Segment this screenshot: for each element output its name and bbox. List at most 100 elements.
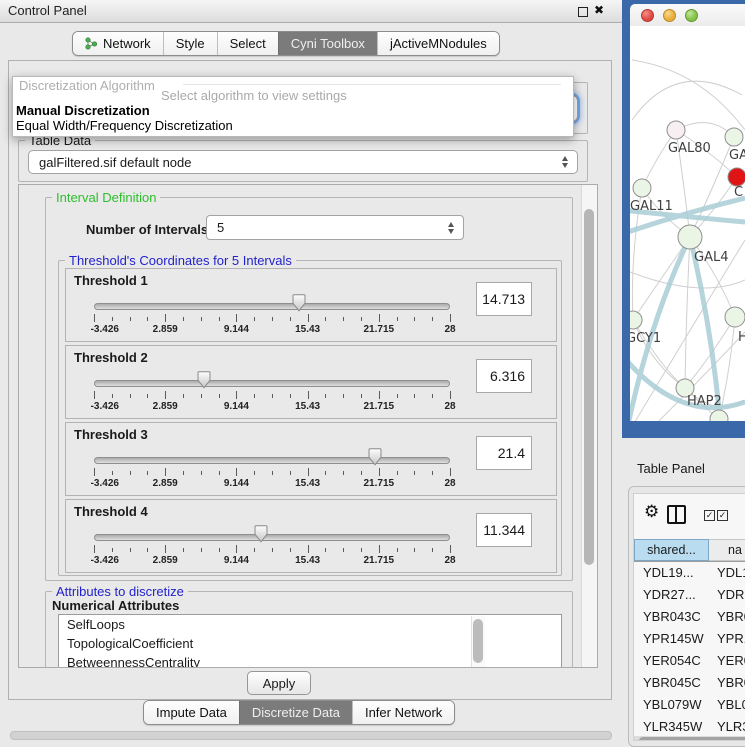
attribute-list-item[interactable]: TopologicalCoefficient — [59, 634, 561, 653]
tick-mark — [201, 471, 202, 475]
float-window-icon[interactable] — [578, 7, 588, 17]
slider-ticks — [94, 314, 450, 323]
option-manual-discretization[interactable]: Manual Discretization — [16, 103, 150, 118]
threshold-value-field[interactable]: 21.4 — [476, 436, 532, 470]
tick-mark — [361, 471, 362, 475]
tab-discretize-data[interactable]: Discretize Data — [239, 701, 352, 724]
table-row[interactable]: YDL19... YDL1 — [634, 561, 745, 583]
minimize-traffic-light[interactable] — [663, 9, 676, 22]
tab-style[interactable]: Style — [163, 32, 217, 55]
attribute-list-item[interactable]: BetweennessCentrality — [59, 653, 561, 668]
table-cell-shared[interactable]: YBL079W — [634, 697, 709, 712]
network-node[interactable] — [728, 168, 745, 186]
tick-mark — [325, 394, 326, 398]
network-node[interactable] — [667, 121, 685, 139]
threshold-value-field[interactable]: 6.316 — [476, 359, 532, 393]
table-cell-shared[interactable]: YBR043C — [634, 609, 709, 624]
tick-mark — [272, 471, 273, 475]
column-header-shared[interactable]: shared... — [634, 539, 709, 561]
table-horizontal-scrollbar[interactable] — [634, 736, 745, 741]
threshold-value-field[interactable]: 14.713 — [476, 282, 532, 316]
tab-network[interactable]: Network — [73, 32, 163, 55]
attributes-list[interactable]: SelfLoopsTopologicalCoefficientBetweenne… — [58, 614, 562, 668]
horizontal-scrollbar[interactable] — [10, 731, 612, 740]
tick-mark — [254, 394, 255, 398]
scrollbar-thumb[interactable] — [584, 209, 594, 565]
network-canvas[interactable]: GAL80GACGAL11GAL4GCY1HHAP2 — [630, 26, 745, 421]
threshold-slider[interactable]: -3.4262.8599.14415.4321.71528 — [94, 423, 450, 495]
slider-track[interactable] — [94, 534, 450, 541]
table-row[interactable]: YER054C YER0 — [634, 649, 745, 671]
tick-mark — [308, 391, 309, 399]
table-row[interactable]: YDR27... YDR2 — [634, 583, 745, 605]
network-node[interactable] — [678, 225, 702, 249]
threshold-slider[interactable]: -3.4262.8599.14415.4321.71528 — [94, 269, 450, 341]
table-cell-shared[interactable]: YDL19... — [634, 565, 709, 580]
list-scrollbar[interactable] — [471, 616, 485, 668]
close-icon[interactable]: ✖ — [594, 3, 604, 17]
table-cell-name[interactable]: YER0 — [709, 653, 745, 668]
tab-infer-network[interactable]: Infer Network — [352, 701, 454, 724]
settings-scrollbar[interactable] — [581, 185, 597, 667]
tab-impute-data[interactable]: Impute Data — [144, 701, 239, 724]
network-node[interactable] — [725, 128, 743, 146]
table-cell-shared[interactable]: YER054C — [634, 653, 709, 668]
control-panel-titlebar: Control Panel ✖ — [0, 0, 622, 23]
zoom-traffic-light[interactable] — [685, 9, 698, 22]
tick-mark — [343, 471, 344, 475]
scrollbar-thumb[interactable] — [639, 737, 745, 741]
gear-icon[interactable]: ⚙ — [644, 502, 659, 522]
table-cell-name[interactable]: YPR1 — [709, 631, 745, 646]
tab-jactivemnodules[interactable]: jActiveMNodules — [377, 32, 499, 55]
threshold-value-field[interactable]: 11.344 — [476, 513, 532, 547]
tick-label: 28 — [444, 555, 455, 566]
tick-mark — [112, 548, 113, 552]
slider-track[interactable] — [94, 380, 450, 387]
slider-thumb[interactable] — [367, 448, 383, 466]
tab-cyni-toolbox[interactable]: Cyni Toolbox — [278, 32, 377, 55]
network-node[interactable] — [633, 179, 651, 197]
apply-button[interactable]: Apply — [247, 671, 311, 695]
threshold-slider[interactable]: -3.4262.8599.14415.4321.71528 — [94, 346, 450, 418]
checkbox-icon[interactable]: ✓ — [717, 510, 728, 521]
table-cell-name[interactable]: YBL0 — [709, 697, 745, 712]
tab-select[interactable]: Select — [217, 32, 278, 55]
table-cell-shared[interactable]: YLR345W — [634, 719, 709, 734]
slider-track[interactable] — [94, 303, 450, 310]
num-intervals-spinner[interactable]: 5 — [206, 215, 464, 240]
tick-label: 15.43 — [295, 555, 320, 566]
table-row[interactable]: YLR345W YLR3 — [634, 715, 745, 737]
slider-thumb[interactable] — [196, 371, 212, 389]
tick-mark — [201, 548, 202, 552]
scrollbar-thumb[interactable] — [473, 619, 483, 663]
table-cell-name[interactable]: YLR3 — [709, 719, 745, 734]
table-cell-shared[interactable]: YBR045C — [634, 675, 709, 690]
panel-title: Control Panel — [8, 3, 87, 18]
table-cell-name[interactable]: YDR2 — [709, 587, 745, 602]
table-cell-name[interactable]: YBR0 — [709, 675, 745, 690]
table-cell-shared[interactable]: YIL052C — [634, 741, 709, 742]
option-equal-width-frequency[interactable]: Equal Width/Frequency Discretization — [16, 118, 233, 133]
table-cell-name[interactable]: YBR0 — [709, 609, 745, 624]
network-node[interactable] — [710, 410, 728, 421]
table-data-combo[interactable]: galFiltered.sif default node — [28, 150, 578, 174]
table-row[interactable]: YPR145W YPR1 — [634, 627, 745, 649]
table-cell-name[interactable]: YDL1 — [709, 565, 745, 580]
network-node[interactable] — [725, 307, 745, 327]
network-node[interactable] — [630, 311, 642, 329]
checkbox-icon[interactable]: ✓ — [704, 510, 715, 521]
column-header-name[interactable]: na — [709, 539, 745, 561]
threshold-slider[interactable]: -3.4262.8599.14415.4321.71528 — [94, 500, 450, 572]
table-row[interactable]: YBR043C YBR0 — [634, 605, 745, 627]
table-cell-shared[interactable]: YPR145W — [634, 631, 709, 646]
table-cell-shared[interactable]: YDR27... — [634, 587, 709, 602]
table-row[interactable]: YBL079W YBL0 — [634, 693, 745, 715]
attribute-list-item[interactable]: SelfLoops — [59, 615, 561, 634]
close-traffic-light[interactable] — [641, 9, 654, 22]
split-columns-icon[interactable] — [667, 505, 686, 524]
table-row[interactable]: YBR045C YBR0 — [634, 671, 745, 693]
table-cell-name[interactable]: YIL0 — [709, 741, 745, 742]
slider-thumb[interactable] — [253, 525, 269, 543]
slider-track[interactable] — [94, 457, 450, 464]
slider-thumb[interactable] — [291, 294, 307, 312]
